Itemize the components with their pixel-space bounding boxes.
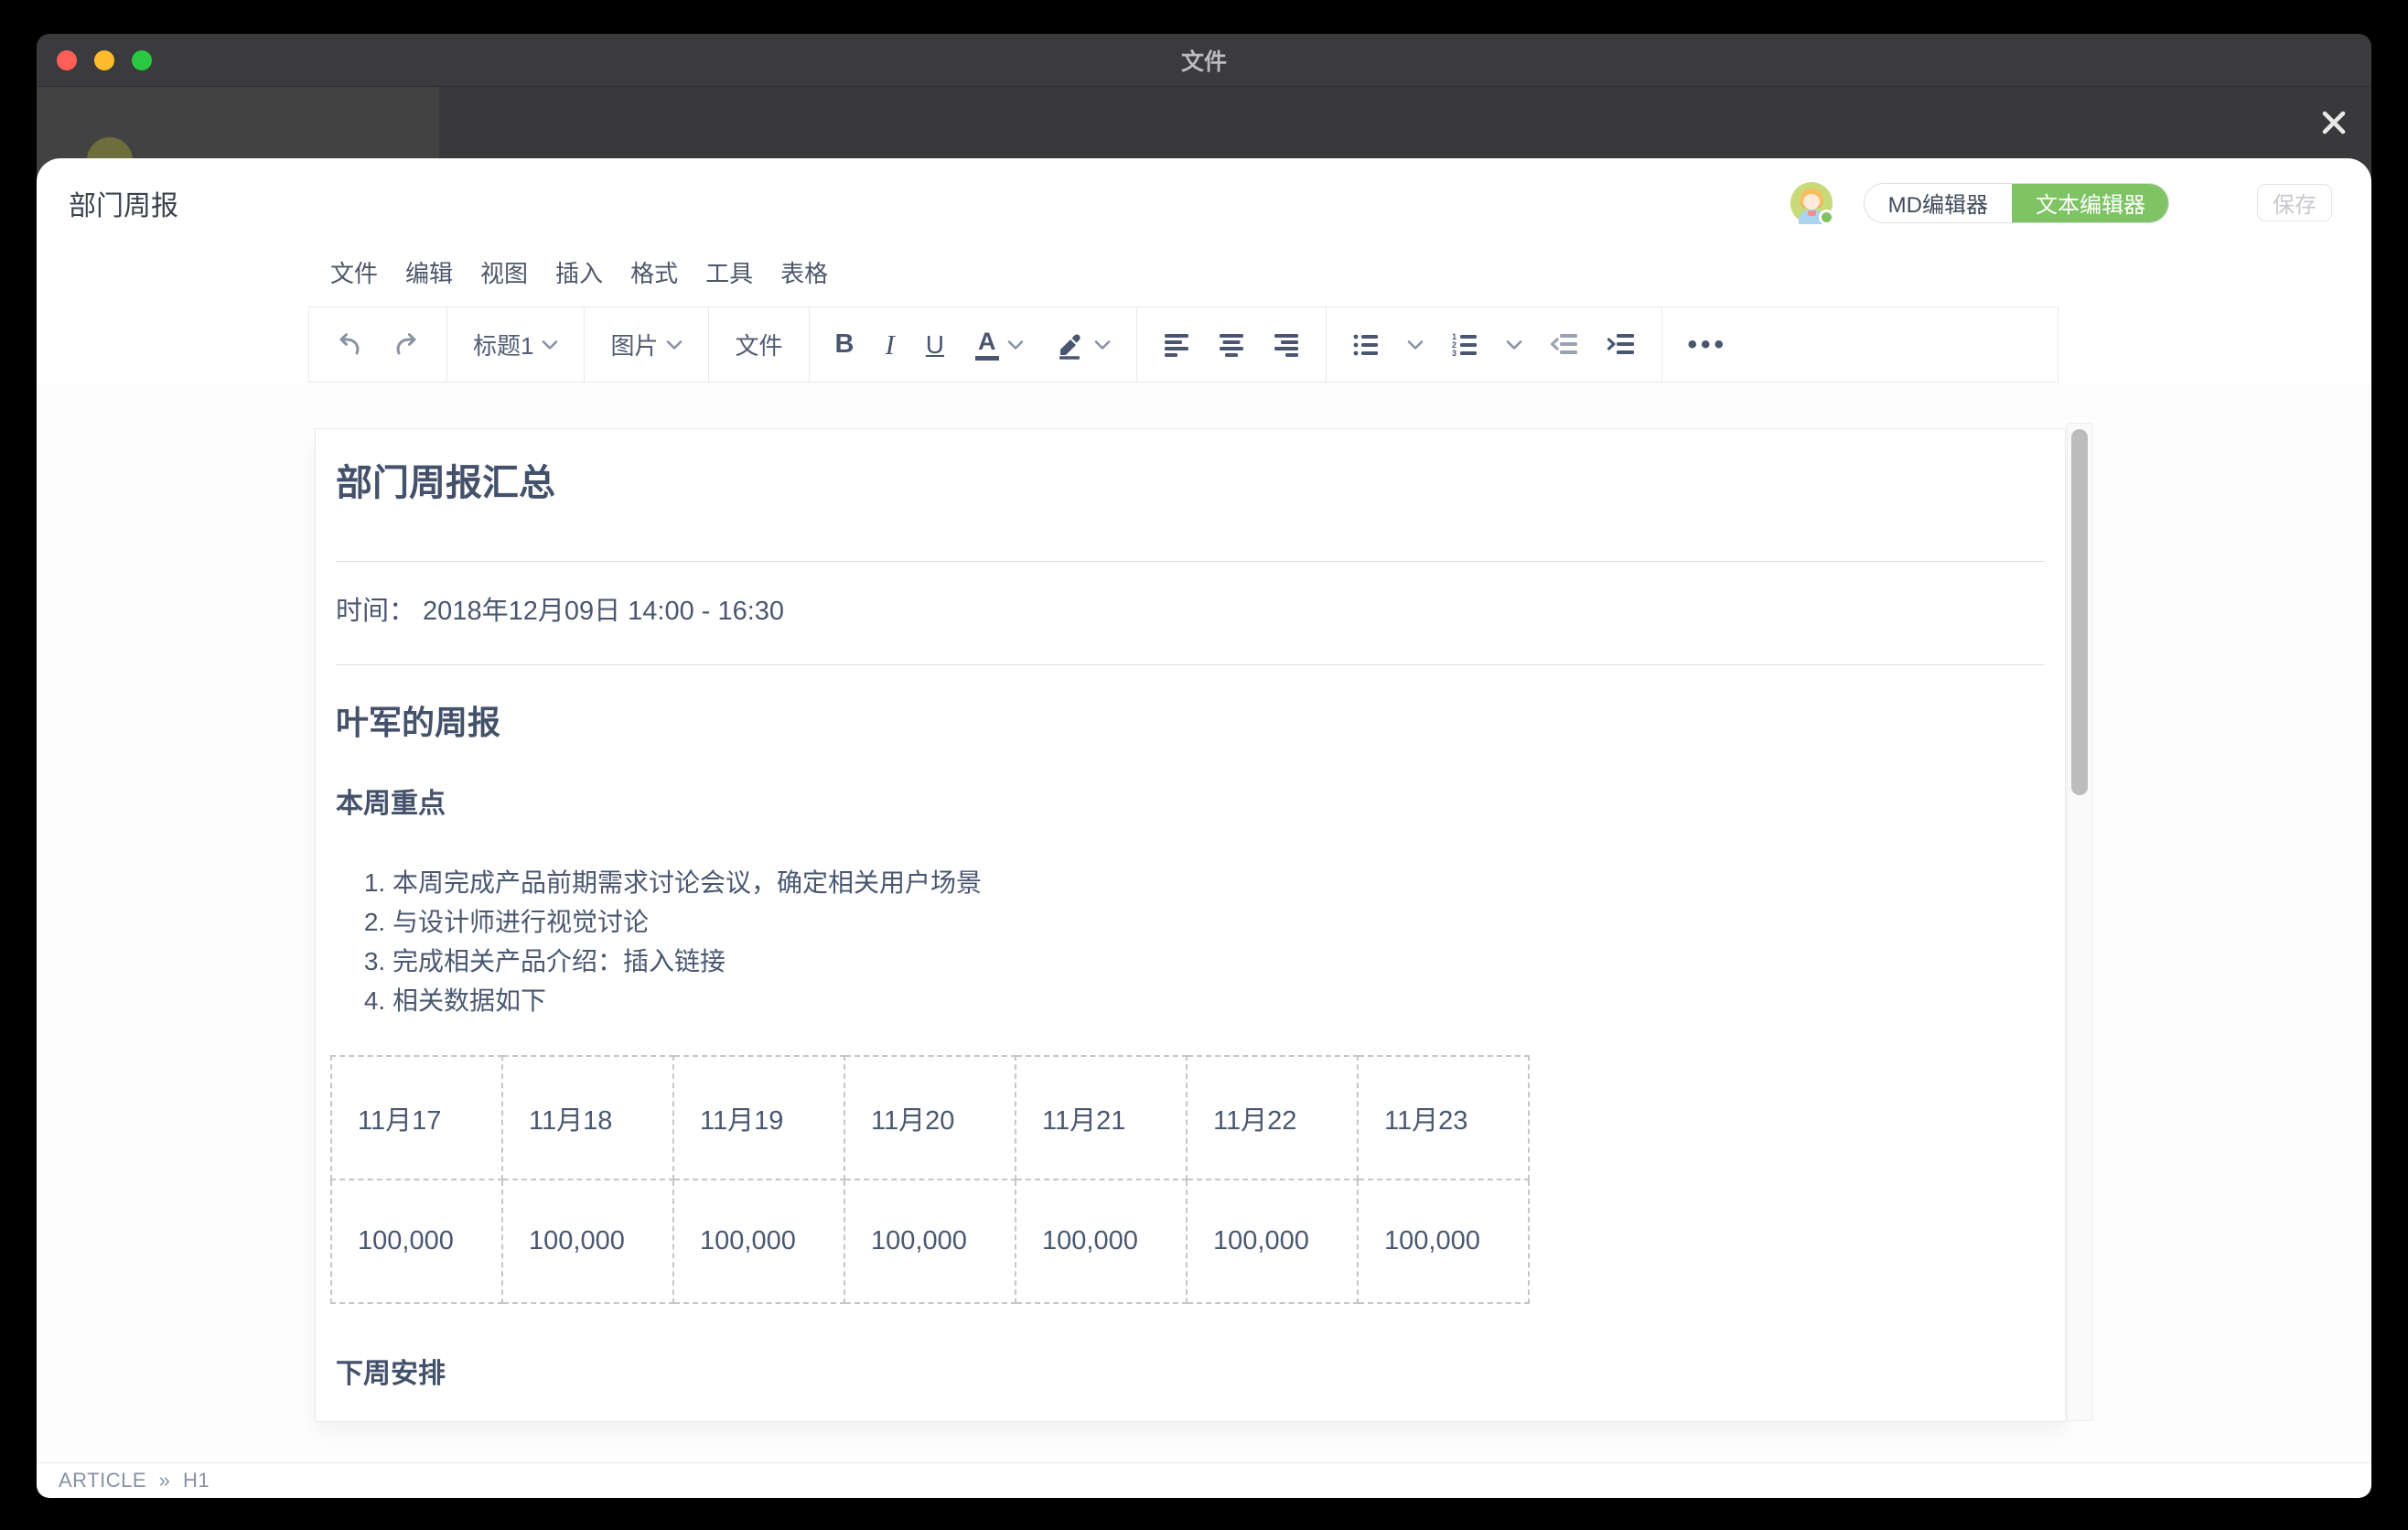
weekly-list: 本周完成产品前期需求讨论会议，确定相关用户场景与设计师进行视觉讨论完成相关产品介… — [336, 863, 2045, 1020]
menubar: 文件编辑视图插入格式工具表格 — [37, 238, 2371, 307]
chevron-down-icon — [1506, 339, 1522, 350]
table-cell[interactable]: 11月19 — [673, 1056, 844, 1180]
undo-button[interactable] — [335, 330, 364, 360]
menu-item-工具[interactable]: 工具 — [700, 252, 758, 293]
doc-heading-this-week: 本周重点 — [336, 789, 2045, 821]
editor-mode-toggle: MD编辑器 文本编辑器 — [1864, 183, 2169, 223]
bullet-list-button[interactable] — [1352, 332, 1380, 358]
heading-style-dropdown[interactable]: 标题1 — [473, 328, 558, 361]
align-right-button[interactable] — [1273, 332, 1300, 358]
list-item: 完成相关产品介绍：插入链接 — [392, 942, 2045, 981]
highlight-color-button[interactable] — [1055, 330, 1111, 360]
font-color-icon: A — [975, 329, 999, 361]
table-cell[interactable]: 100,000 — [1016, 1180, 1187, 1303]
bullet-list-dropdown[interactable] — [1407, 339, 1424, 350]
table-cell[interactable]: 11月17 — [331, 1056, 502, 1180]
menu-item-视图[interactable]: 视图 — [475, 252, 533, 293]
chevron-down-icon — [666, 339, 683, 350]
doc-title: 部门周报 — [69, 183, 178, 223]
close-icon[interactable] — [2318, 107, 2349, 138]
underline-icon: U — [926, 330, 944, 360]
divider — [336, 561, 2045, 562]
list-item: 相关数据如下 — [392, 981, 2045, 1020]
table-row: 100,000100,000100,000100,000100,000100,0… — [331, 1180, 1529, 1303]
table-cell[interactable]: 100,000 — [844, 1180, 1016, 1303]
table-cell[interactable]: 11月20 — [844, 1056, 1016, 1180]
insert-file-label: 文件 — [735, 328, 782, 361]
table-cell[interactable]: 11月21 — [1016, 1056, 1187, 1180]
ordered-list-button[interactable]: 123 — [1451, 332, 1478, 358]
scrollbar-track[interactable] — [2067, 423, 2092, 1421]
chevron-down-icon — [1007, 339, 1024, 350]
app-window: 文件 部门周报 MD编辑器 文本编辑器 — [37, 34, 2371, 1498]
italic-button[interactable]: I — [885, 329, 894, 361]
window-title: 文件 — [37, 34, 2371, 87]
menu-item-文件[interactable]: 文件 — [325, 252, 383, 293]
underline-button[interactable]: U — [926, 330, 944, 360]
menu-item-格式[interactable]: 格式 — [625, 252, 683, 293]
font-color-button[interactable]: A — [975, 329, 1024, 361]
menu-item-编辑[interactable]: 编辑 — [400, 252, 458, 293]
align-left-button[interactable] — [1163, 332, 1190, 358]
scrollbar-thumb[interactable] — [2071, 429, 2088, 795]
user-avatar[interactable] — [1790, 182, 1833, 224]
avatar-bow — [1808, 210, 1816, 216]
ordered-list-dropdown[interactable] — [1506, 339, 1522, 350]
table-cell[interactable]: 100,000 — [1358, 1180, 1529, 1303]
editor-sheet: 部门周报 MD编辑器 文本编辑器 保存 文件编辑视图插入格式工具表格 — [37, 158, 2371, 1498]
doc-heading-next-week: 下周安排 — [336, 1359, 2045, 1391]
image-dropdown[interactable]: 图片 — [610, 328, 683, 361]
table-cell[interactable]: 100,000 — [331, 1180, 502, 1303]
heading-style-label: 标题1 — [473, 328, 533, 361]
outdent-button[interactable] — [1550, 332, 1579, 358]
table-cell[interactable]: 11月23 — [1358, 1056, 1529, 1180]
image-label: 图片 — [610, 328, 658, 361]
list-item: 本周完成产品前期需求讨论会议，确定相关用户场景 — [392, 863, 2045, 902]
bold-icon: B — [835, 329, 855, 360]
sheet-header: 部门周报 MD编辑器 文本编辑器 保存 — [37, 158, 2371, 238]
table-cell[interactable]: 100,000 — [502, 1180, 673, 1303]
table-cell[interactable]: 11月18 — [502, 1056, 673, 1180]
online-status-dot — [1819, 210, 1834, 225]
breadcrumb: ARTICLE » H1 — [59, 1469, 210, 1492]
table-cell[interactable]: 100,000 — [673, 1180, 844, 1303]
insert-file-button[interactable]: 文件 — [735, 328, 782, 361]
table-row: 11月1711月1811月1911月2011月2111月2211月23 — [331, 1056, 1529, 1180]
svg-text:3: 3 — [1452, 349, 1457, 358]
chevron-down-icon — [1094, 339, 1111, 350]
table-cell[interactable]: 11月22 — [1187, 1056, 1358, 1180]
avatar-face — [1803, 194, 1820, 210]
more-options-icon: ••• — [1688, 329, 1728, 361]
text-editor-button[interactable]: 文本编辑器 — [2012, 183, 2169, 223]
md-editor-button[interactable]: MD编辑器 — [1865, 184, 2012, 222]
doc-time-line: 时间： 2018年12月09日 14:00 - 16:30 — [336, 593, 2045, 630]
statusbar: ARTICLE » H1 — [37, 1462, 2371, 1498]
redo-button[interactable] — [392, 330, 421, 360]
save-button[interactable]: 保存 — [2257, 184, 2332, 221]
chevron-down-icon — [542, 339, 558, 350]
list-item: 与设计师进行视觉讨论 — [392, 902, 2045, 942]
more-options-button[interactable]: ••• — [1688, 329, 1728, 361]
menu-item-表格[interactable]: 表格 — [775, 252, 833, 293]
table-cell[interactable]: 100,000 — [1187, 1180, 1358, 1303]
align-center-button[interactable] — [1218, 332, 1245, 358]
doc-heading-1: 部门周报汇总 — [336, 462, 2045, 504]
chevron-down-icon — [1407, 339, 1424, 350]
editor-content-area: 部门周报汇总 时间： 2018年12月09日 14:00 - 16:30 叶军的… — [37, 382, 2371, 1462]
titlebar: 文件 — [37, 34, 2371, 87]
italic-icon: I — [885, 329, 894, 361]
document-card[interactable]: 部门周报汇总 时间： 2018年12月09日 14:00 - 16:30 叶军的… — [315, 428, 2066, 1422]
data-table: 11月1711月1811月1911月2011月2111月2211月23100,0… — [330, 1055, 1530, 1304]
menu-item-插入[interactable]: 插入 — [550, 252, 608, 293]
bold-button[interactable]: B — [835, 329, 855, 360]
highlighter-icon — [1055, 330, 1086, 360]
indent-button[interactable] — [1607, 332, 1636, 358]
divider — [336, 664, 2045, 665]
toolbar: 标题1 图片 文件 B I U — [308, 307, 2059, 382]
doc-heading-2: 叶军的周报 — [336, 704, 2045, 742]
